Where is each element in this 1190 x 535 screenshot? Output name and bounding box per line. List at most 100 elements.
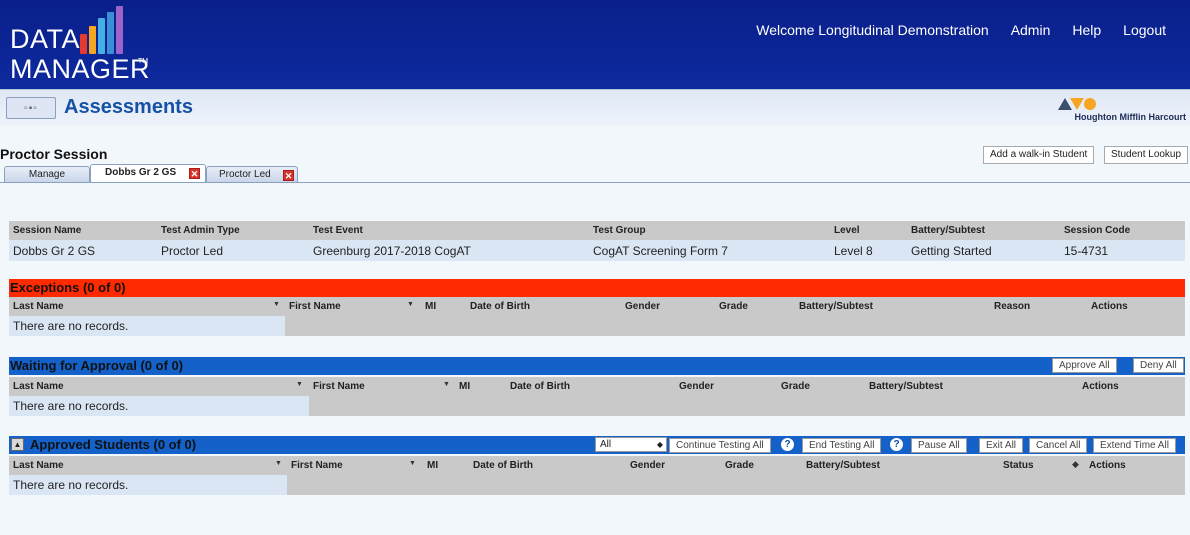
col-date-of-birth: Date of Birth [473,460,533,471]
help-icon[interactable]: ? [890,438,903,451]
col-actions: Actions [1089,460,1126,471]
col-battery-subtest: Battery/Subtest [806,460,880,471]
grid-menu-button[interactable]: ▫▪▫ [6,97,56,119]
col-date-of-birth: Date of Birth [470,301,530,312]
sort-down-icon[interactable]: ▼ [409,460,416,467]
empty-row-filler [309,396,1185,416]
session-name-value: Dobbs Gr 2 GS [13,244,96,258]
col-last-name[interactable]: Last Name [13,460,64,471]
tab-label: Dobbs Gr 2 GS [105,167,177,178]
col-gender: Gender [630,460,666,471]
status-filter-value: All [600,439,612,450]
top-header: DATA MANAGER TM Welcome Longitudinal Dem… [0,0,1190,89]
col-date-of-birth: Date of Birth [510,381,570,392]
empty-message: There are no records. [9,316,285,336]
col-grade: Grade [781,381,810,392]
table-header: Last Name ▼ First Name ▼ MI Date of Birt… [9,456,1185,475]
tab-dobbs-gr2-gs[interactable]: Dobbs Gr 2 GS ✕ [90,164,206,183]
table-header: Last Name ▼ First Name ▼ MI Date of Birt… [9,377,1185,396]
session-info-table: Session Name Test Admin Type Test Event … [9,221,1185,261]
col-test-event: Test Event [313,225,363,236]
sort-down-icon[interactable]: ▼ [407,301,414,308]
sort-down-icon[interactable]: ▼ [296,381,303,388]
col-actions: Actions [1091,301,1128,312]
col-battery-subtest: Battery/Subtest [799,301,873,312]
extend-time-all-button[interactable]: Extend Time All [1093,438,1176,453]
hmh-shapes-icon [1058,98,1096,110]
col-test-group: Test Group [593,225,646,236]
test-admin-type-value: Proctor Led [161,244,224,258]
top-nav: Welcome Longitudinal Demonstration Admin… [756,22,1166,38]
sort-down-icon[interactable]: ▼ [273,301,280,308]
end-testing-all-button[interactable]: End Testing All [802,438,882,453]
tab-proctor-led[interactable]: Proctor Led ✕ [206,166,298,183]
table-header: Last Name ▼ First Name ▼ MI Date of Birt… [9,297,1185,316]
table-row: Dobbs Gr 2 GS Proctor Led Greenburg 2017… [9,240,1185,261]
empty-row-filler [287,475,1185,495]
col-mi: MI [459,381,471,392]
publisher-name: Houghton Mifflin Harcourt [1074,112,1186,122]
test-group-value: CogAT Screening Form 7 [593,244,728,258]
col-battery-subtest: Battery/Subtest [911,225,985,236]
col-first-name[interactable]: First Name [291,460,343,471]
table-header: Session Name Test Admin Type Test Event … [9,221,1185,240]
empty-message: There are no records. [9,396,309,416]
continue-testing-all-button[interactable]: Continue Testing All [669,438,771,453]
col-mi: MI [425,301,437,312]
empty-row-filler [285,316,1185,336]
deny-all-button[interactable]: Deny All [1133,358,1184,373]
exceptions-section-header: Exceptions (0 of 0) [9,279,1185,297]
col-first-name[interactable]: First Name [289,301,341,312]
welcome-link[interactable]: Welcome Longitudinal Demonstration [756,22,988,38]
sort-down-icon[interactable]: ▼ [443,381,450,388]
col-test-admin-type: Test Admin Type [161,225,240,236]
status-filter-select[interactable]: All ◆ [595,437,667,452]
pause-all-button[interactable]: Pause All [911,438,967,453]
add-walkin-student-button[interactable]: Add a walk-in Student [983,146,1095,164]
admin-link[interactable]: Admin [1011,22,1051,38]
col-gender: Gender [679,381,715,392]
logo-line2: MANAGER [10,54,151,84]
col-actions: Actions [1082,381,1119,392]
student-lookup-button[interactable]: Student Lookup [1104,146,1189,164]
data-manager-logo[interactable]: DATA MANAGER TM [8,6,158,86]
cancel-all-button[interactable]: Cancel All [1029,438,1088,453]
col-session-name: Session Name [13,225,82,236]
close-icon[interactable]: ✕ [283,170,294,181]
sort-updown-icon[interactable]: ◆ [1072,459,1079,470]
approve-all-button[interactable]: Approve All [1052,358,1117,373]
col-last-name[interactable]: Last Name [13,301,64,312]
grid-menu-icon: ▫▪▫ [24,102,38,114]
logo-trademark: TM [138,58,149,65]
sort-down-icon[interactable]: ▼ [275,460,282,467]
test-event-value: Greenburg 2017-2018 CogAT [313,244,471,258]
tab-manage[interactable]: Manage [4,166,90,183]
exceptions-title: Exceptions (0 of 0) [10,280,126,295]
col-reason: Reason [994,301,1031,312]
approved-table: Last Name ▼ First Name ▼ MI Date of Birt… [9,456,1185,496]
col-last-name[interactable]: Last Name [13,381,64,392]
empty-message: There are no records. [9,475,287,495]
session-code-value: 15-4731 [1064,244,1109,258]
help-icon[interactable]: ? [781,438,794,451]
collapse-icon[interactable]: ▲ [11,438,24,451]
col-level: Level [834,225,860,236]
page-title: Assessments [64,96,193,118]
col-status[interactable]: Status [1003,460,1034,471]
logo-line1: DATA [10,24,81,54]
tab-label: Manage [28,169,66,180]
battery-subtest-value: Getting Started [911,244,992,258]
exit-all-button[interactable]: Exit All [979,438,1024,453]
assessments-bar: ▫▪▫ Assessments Houghton Mifflin Harcour… [0,89,1190,126]
close-icon[interactable]: ✕ [189,168,200,179]
help-link[interactable]: Help [1072,22,1101,38]
waiting-section-header: Waiting for Approval (0 of 0) Approve Al… [9,357,1185,375]
col-mi: MI [427,460,439,471]
approved-title: Approved Students (0 of 0) [30,437,197,452]
col-first-name[interactable]: First Name [313,381,365,392]
logout-link[interactable]: Logout [1123,22,1166,38]
waiting-title: Waiting for Approval (0 of 0) [10,358,184,373]
col-gender: Gender [625,301,661,312]
tab-label: Proctor Led [219,169,271,180]
col-battery-subtest: Battery/Subtest [869,381,943,392]
